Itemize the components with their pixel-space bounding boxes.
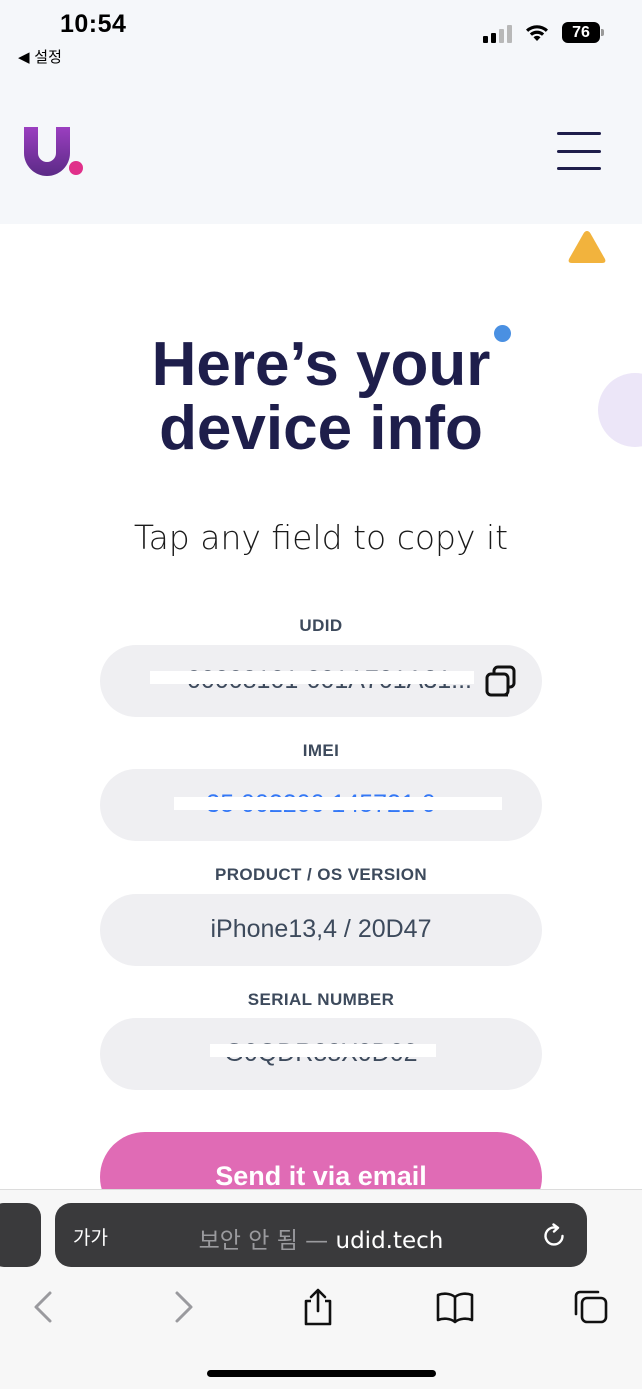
status-bar: 10:54 ◀ 설정 76 xyxy=(0,0,642,80)
product-os-value: iPhone13,4 / 20D47 xyxy=(210,915,432,943)
status-indicators: 76 xyxy=(483,22,604,43)
home-indicator xyxy=(207,1370,436,1377)
serial-number-field[interactable]: G0QDR88X0D02 xyxy=(100,1018,542,1090)
browser-toolbar: 가가 보안 안 됨 — udid.tech xyxy=(0,1189,642,1389)
insecure-label: 보안 안 됨 — xyxy=(198,1228,336,1254)
page-subtitle: Tap any field to copy it xyxy=(133,518,509,557)
share-icon[interactable] xyxy=(298,1287,338,1327)
imei-label: IMEI xyxy=(302,741,340,760)
previous-tab-peek[interactable] xyxy=(0,1203,41,1267)
reload-icon[interactable] xyxy=(541,1223,567,1249)
udid-logo-icon[interactable] xyxy=(22,125,86,177)
product-os-field[interactable]: iPhone13,4 / 20D47 xyxy=(100,894,542,966)
triangle-decoration-icon xyxy=(568,231,606,263)
cellular-signal-icon xyxy=(483,23,512,43)
site-header xyxy=(0,80,642,224)
udid-label: UDID xyxy=(299,616,343,635)
forward-arrow-icon[interactable] xyxy=(163,1287,203,1327)
redaction-bar xyxy=(150,671,474,684)
domain-label: udid.tech xyxy=(335,1228,444,1254)
battery-icon: 76 xyxy=(562,22,604,43)
redaction-bar xyxy=(174,797,502,810)
redaction-bar xyxy=(210,1044,436,1057)
bookmarks-icon[interactable] xyxy=(435,1287,475,1327)
page-title: Here’s your device info xyxy=(0,333,642,461)
serial-number-label: SERIAL NUMBER xyxy=(247,990,395,1009)
page-title-line-2: device info xyxy=(159,394,483,463)
address-text: 보안 안 됨 — udid.tech xyxy=(55,1221,587,1255)
status-time: 10:54 xyxy=(60,10,127,38)
copy-icon[interactable] xyxy=(484,664,518,698)
page-title-line-1: Here’s your xyxy=(151,330,491,399)
imei-field[interactable]: 35 002200 145721 0 xyxy=(100,769,542,841)
address-bar[interactable]: 가가 보안 안 됨 — udid.tech xyxy=(55,1203,587,1267)
product-os-label: PRODUCT / OS VERSION xyxy=(214,865,428,884)
back-arrow-icon[interactable] xyxy=(24,1287,64,1327)
udid-field[interactable]: 00008101-001A701A31... xyxy=(100,645,542,717)
wifi-icon xyxy=(526,24,548,41)
back-to-settings-link[interactable]: ◀ 설정 xyxy=(18,46,62,67)
hamburger-menu-icon[interactable] xyxy=(557,132,601,170)
tabs-icon[interactable] xyxy=(571,1287,611,1327)
